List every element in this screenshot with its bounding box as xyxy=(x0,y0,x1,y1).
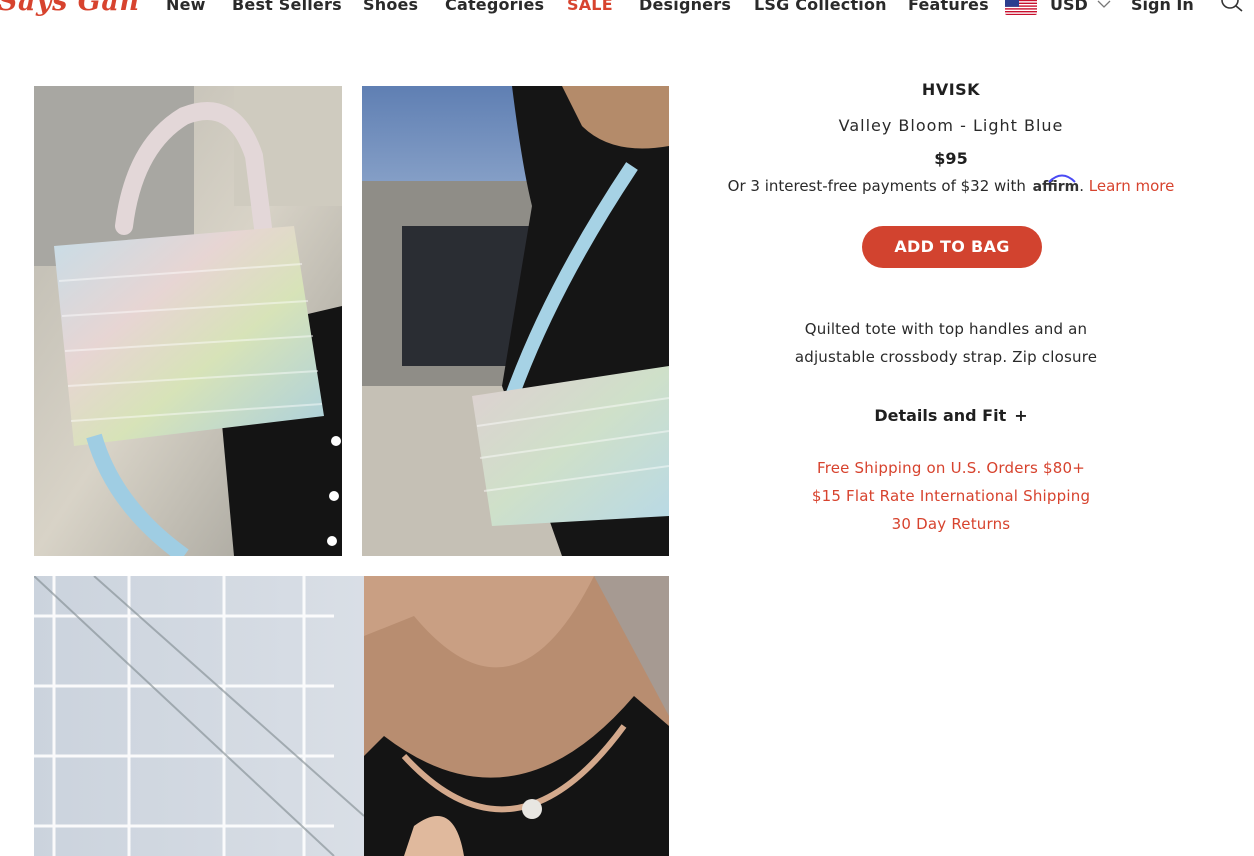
nav-item-designers[interactable]: Designers xyxy=(639,0,731,14)
product-price: $95 xyxy=(934,149,968,168)
affirm-dot: . xyxy=(1079,177,1084,195)
currency-selector[interactable]: USD xyxy=(1050,0,1088,14)
product-photo-3[interactable] xyxy=(34,576,669,856)
shipping-line-us: Free Shipping on U.S. Orders $80+ xyxy=(816,459,1086,477)
nav-item-new[interactable]: New xyxy=(166,0,206,14)
details-and-fit-toggle[interactable]: Details and Fit + xyxy=(700,406,1202,425)
nav-item-features[interactable]: Features xyxy=(908,0,989,14)
nav-item-sale[interactable]: SALE xyxy=(567,0,613,14)
learn-more-link[interactable]: Learn more xyxy=(1089,177,1175,195)
nav-item-categories[interactable]: Categories xyxy=(445,0,544,14)
affirm-logo: affirm xyxy=(1033,174,1079,195)
returns-line: 30 Day Returns xyxy=(891,515,1011,533)
details-label: Details and Fit xyxy=(874,406,1007,425)
nav-item-shoes[interactable]: Shoes xyxy=(363,0,418,14)
shipping-line-international: $15 Flat Rate International Shipping xyxy=(811,487,1091,505)
nav-item-lsg-collection[interactable]: LSG Collection xyxy=(754,0,887,14)
product-brand[interactable]: HVISK xyxy=(700,80,1202,99)
product-photo-1[interactable] xyxy=(34,86,342,556)
sign-in-link[interactable]: Sign In xyxy=(1131,0,1194,14)
product-photo-2[interactable] xyxy=(362,86,669,556)
affirm-text: Or 3 interest-free payments of $32 with xyxy=(727,177,1026,195)
search-icon[interactable] xyxy=(1220,0,1244,14)
add-to-bag-button[interactable]: ADD TO BAG xyxy=(862,226,1042,268)
product-title: Valley Bloom - Light Blue xyxy=(838,116,1064,135)
site-header: Says Gan New Best Sellers Shoes Categori… xyxy=(0,0,1254,30)
plus-icon: + xyxy=(1014,406,1028,425)
affirm-arc-icon xyxy=(1047,174,1076,183)
chevron-down-icon[interactable] xyxy=(1096,0,1112,10)
us-flag-icon[interactable] xyxy=(1005,0,1037,15)
product-description: Quilted tote with top handles and an adj… xyxy=(794,320,1098,366)
affirm-message: Or 3 interest-free payments of $32 with … xyxy=(700,174,1202,195)
nav-item-best-sellers[interactable]: Best Sellers xyxy=(232,0,342,14)
logo[interactable]: Says Gan xyxy=(0,0,139,17)
